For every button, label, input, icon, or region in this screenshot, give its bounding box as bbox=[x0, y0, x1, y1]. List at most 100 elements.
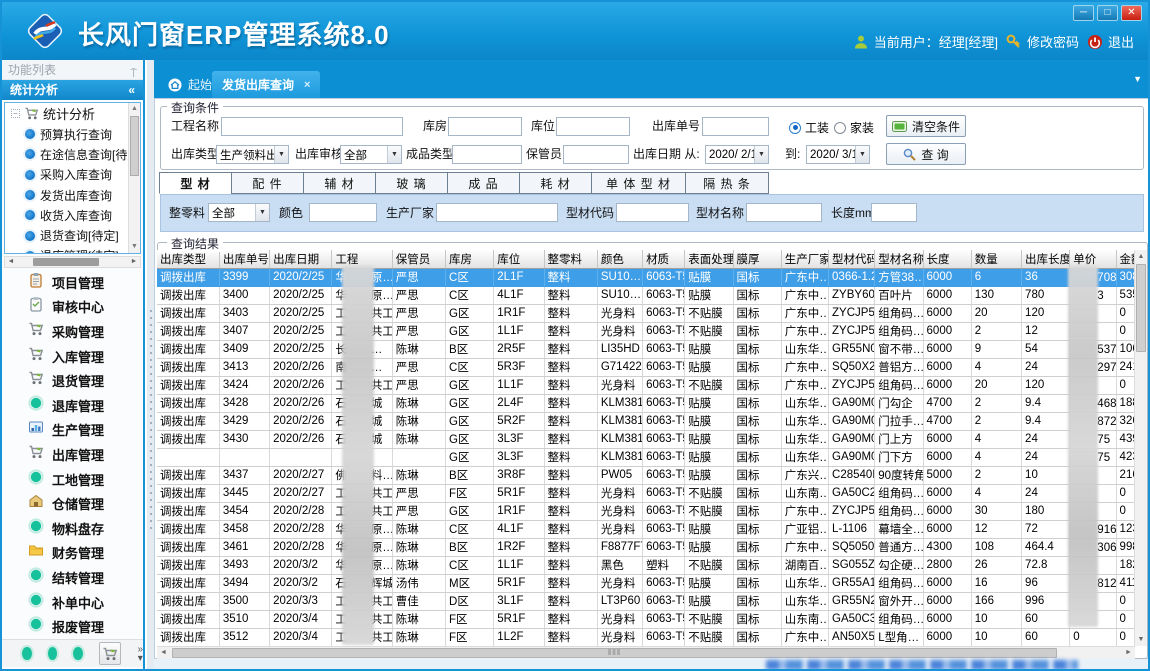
tree-item[interactable]: 退货查询[待定] bbox=[5, 225, 140, 245]
logout[interactable]: 退出 bbox=[1087, 32, 1134, 51]
table-row[interactable]: 调拨出库34302020/2/26石城陈琳G区3L3F整料KLM38176063… bbox=[157, 430, 1135, 448]
minimize-button[interactable]: ─ bbox=[1073, 5, 1094, 21]
material-tab[interactable]: 单 体 型 材 bbox=[591, 172, 686, 194]
material-tab[interactable]: 耗 材 bbox=[519, 172, 592, 194]
out-type-combo[interactable]: 生产领料出库▼ bbox=[216, 145, 289, 164]
toolbar-cart-button[interactable] bbox=[99, 642, 122, 665]
column-header[interactable]: 库房 bbox=[446, 250, 494, 268]
column-header[interactable]: 金额 bbox=[1116, 250, 1135, 268]
toolbar-overflow-chevron[interactable]: »▾ bbox=[137, 645, 143, 663]
splitter-handle[interactable] bbox=[147, 60, 154, 669]
table-row[interactable]: 调拨出库34452020/2/27工共工程严思F区5R1F整料光身料6063-T… bbox=[157, 484, 1135, 502]
sidebar-menu-item[interactable]: 报废管理 bbox=[2, 614, 143, 639]
table-vertical-scrollbar[interactable]: ▲ ▼ bbox=[1134, 250, 1147, 646]
tree-item[interactable]: 预算执行查询 bbox=[5, 124, 140, 144]
sidebar-menu-item[interactable]: 项目管理 bbox=[2, 270, 143, 295]
manufacturer-input[interactable] bbox=[436, 203, 558, 222]
sidebar-menu-item[interactable]: 仓储管理 bbox=[2, 491, 143, 516]
sidebar-menu-item[interactable]: 财务管理 bbox=[2, 541, 143, 566]
tree-root[interactable]: – 统计分析 bbox=[5, 103, 140, 124]
scroll-right-icon[interactable]: ► bbox=[1122, 647, 1135, 659]
scroll-up-icon[interactable]: ▲ bbox=[1135, 250, 1147, 263]
table-hscroll-thumb[interactable]: ⦀⦀⦀ bbox=[172, 648, 1057, 658]
tree-scroll-thumb[interactable] bbox=[130, 116, 139, 176]
date-to-picker[interactable]: 2020/ 3/16▼ bbox=[806, 145, 870, 164]
tree-vertical-scrollbar[interactable]: ▲ ▼ bbox=[128, 103, 140, 253]
table-row[interactable]: 调拨出库34542020/2/28工共工程严思G区1R1F整料光身料6063-T… bbox=[157, 502, 1135, 520]
sidebar-menu-item[interactable]: 退库管理 bbox=[2, 393, 143, 418]
column-header[interactable]: 数量 bbox=[971, 250, 1021, 268]
scroll-left-icon[interactable]: ◄ bbox=[157, 647, 170, 659]
toolbar-circle-icon[interactable] bbox=[22, 647, 32, 660]
scroll-down-icon[interactable]: ▼ bbox=[129, 241, 140, 253]
table-row[interactable]: 调拨出库34372020/2/27佛料…陈琳B区3R8F整料PW056063-T… bbox=[157, 466, 1135, 484]
column-header[interactable]: 出库长度 bbox=[1022, 250, 1070, 268]
material-tab[interactable]: 成 品 bbox=[447, 172, 520, 194]
sidebar-section-header[interactable]: 统计分析 « bbox=[2, 80, 143, 100]
table-row[interactable]: 调拨出库34032020/2/25工共工程严思G区1R1F整料光身料6063-T… bbox=[157, 304, 1135, 322]
sidebar-menu-item[interactable]: 采购管理 bbox=[2, 319, 143, 344]
table-row[interactable]: 调拨出库34942020/3/2石辉城汤伟M区5R1F整料光身料6063-T5贴… bbox=[157, 574, 1135, 592]
tree-hscroll-thumb[interactable] bbox=[33, 258, 99, 266]
audit-combo[interactable]: 全部▼ bbox=[340, 145, 402, 164]
table-row[interactable]: 调拨出库34282020/2/26石城陈琳G区2L4F整料KLM38176063… bbox=[157, 394, 1135, 412]
material-tab[interactable]: 玻 璃 bbox=[375, 172, 448, 194]
tab-close-icon[interactable]: × bbox=[304, 79, 310, 91]
date-from-picker[interactable]: 2020/ 2/16▼ bbox=[705, 145, 769, 164]
sidebar-menu-item[interactable]: 补单中心 bbox=[2, 590, 143, 615]
close-button[interactable]: ✕ bbox=[1121, 5, 1142, 21]
change-password[interactable]: 修改密码 bbox=[1006, 32, 1079, 51]
column-header[interactable]: 出库单号 bbox=[219, 250, 269, 268]
tree-item[interactable]: 收货入库查询 bbox=[5, 205, 140, 225]
search-button[interactable]: 查 询 bbox=[886, 143, 966, 165]
tree-item[interactable]: 在途信息查询[待定] bbox=[5, 144, 140, 164]
material-tab[interactable]: 型 材 bbox=[159, 172, 232, 194]
tab-list-dropdown-icon[interactable]: ▼ bbox=[1133, 74, 1142, 84]
product-type-input[interactable] bbox=[452, 145, 522, 164]
table-row[interactable]: 调拨出库35122020/3/4工共工程陈琳F区1L2F整料光身料6063-T5… bbox=[157, 628, 1135, 646]
sidebar-menu-item[interactable]: 生产管理 bbox=[2, 418, 143, 443]
table-row[interactable]: 调拨出库35102020/3/4工共工程陈琳F区5R1F整料光身料6063-T5… bbox=[157, 610, 1135, 628]
table-row[interactable]: 调拨出库34242020/2/26工共工程严思G区1L1F整料光身料6063-T… bbox=[157, 376, 1135, 394]
whole-part-combo[interactable]: 全部▼ bbox=[208, 203, 270, 222]
column-header[interactable]: 出库类型 bbox=[157, 250, 219, 268]
project-name-input[interactable] bbox=[221, 117, 403, 136]
material-tab[interactable]: 隔 热 条 bbox=[685, 172, 769, 194]
scroll-down-icon[interactable]: ▼ bbox=[1135, 633, 1147, 646]
column-header[interactable]: 材质 bbox=[643, 250, 685, 268]
column-header[interactable]: 膜厚 bbox=[733, 250, 781, 268]
radio-work-clothes[interactable]: 工装 bbox=[789, 119, 829, 136]
column-header[interactable]: 长度 bbox=[923, 250, 971, 268]
sidebar-menu-item[interactable]: 出库管理 bbox=[2, 442, 143, 467]
material-tab[interactable]: 辅 材 bbox=[303, 172, 376, 194]
table-row[interactable]: 调拨出库34612020/2/28华原…陈琳B区1R2F整料F8877FT606… bbox=[157, 538, 1135, 556]
column-header[interactable]: 表面处理 bbox=[685, 250, 733, 268]
profile-name-input[interactable] bbox=[746, 203, 822, 222]
column-header[interactable]: 生产厂家 bbox=[781, 250, 828, 268]
sidebar-menu-item[interactable]: 退货管理 bbox=[2, 368, 143, 393]
table-horizontal-scrollbar[interactable]: ◄ ⦀⦀⦀ ► bbox=[157, 646, 1135, 659]
table-row[interactable]: 调拨出库34932020/3/2华原…陈琳C区1L1F整料黑色塑料不贴膜国标湖南… bbox=[157, 556, 1135, 574]
scroll-left-icon[interactable]: ◄ bbox=[5, 257, 17, 267]
clear-conditions-button[interactable]: 清空条件 bbox=[886, 115, 966, 137]
table-row[interactable]: G区3L3F整料KLM38176063-T5贴膜国标山东华…GA90M09…门下… bbox=[157, 448, 1135, 466]
tab-active[interactable]: 发货出库查询 × bbox=[212, 71, 320, 98]
material-tab[interactable]: 配 件 bbox=[231, 172, 304, 194]
column-header[interactable]: 出库日期 bbox=[270, 250, 332, 268]
tree-horizontal-scrollbar[interactable]: ◄ ► bbox=[4, 256, 141, 268]
sidebar-menu-item[interactable]: 物料盘存 bbox=[2, 516, 143, 541]
column-header[interactable]: 库位 bbox=[494, 250, 544, 268]
sidebar-menu-item[interactable]: 入库管理 bbox=[2, 344, 143, 369]
sidebar-menu-item[interactable]: 工地管理 bbox=[2, 467, 143, 492]
table-row[interactable]: 调拨出库34582020/2/28华原…陈琳C区4L1F整料光身料6063-T5… bbox=[157, 520, 1135, 538]
sidebar-menu-item[interactable]: 结转管理 bbox=[2, 565, 143, 590]
tree-item[interactable]: 采购入库查询 bbox=[5, 165, 140, 185]
toolbar-circle-icon[interactable] bbox=[48, 647, 58, 660]
toolbar-circle-icon[interactable] bbox=[73, 647, 83, 660]
column-header[interactable]: 型材代码 bbox=[829, 250, 875, 268]
table-row[interactable]: 调拨出库34072020/2/25工共工程严思G区1L1F整料光身料6063-T… bbox=[157, 322, 1135, 340]
table-row[interactable]: 调拨出库33992020/2/25华原…严思C区2L1F整料SU10…6063-… bbox=[157, 268, 1135, 286]
scroll-up-icon[interactable]: ▲ bbox=[129, 103, 140, 115]
column-header[interactable]: 保管员 bbox=[392, 250, 445, 268]
radio-home-decoration[interactable]: 家装 bbox=[834, 119, 874, 136]
